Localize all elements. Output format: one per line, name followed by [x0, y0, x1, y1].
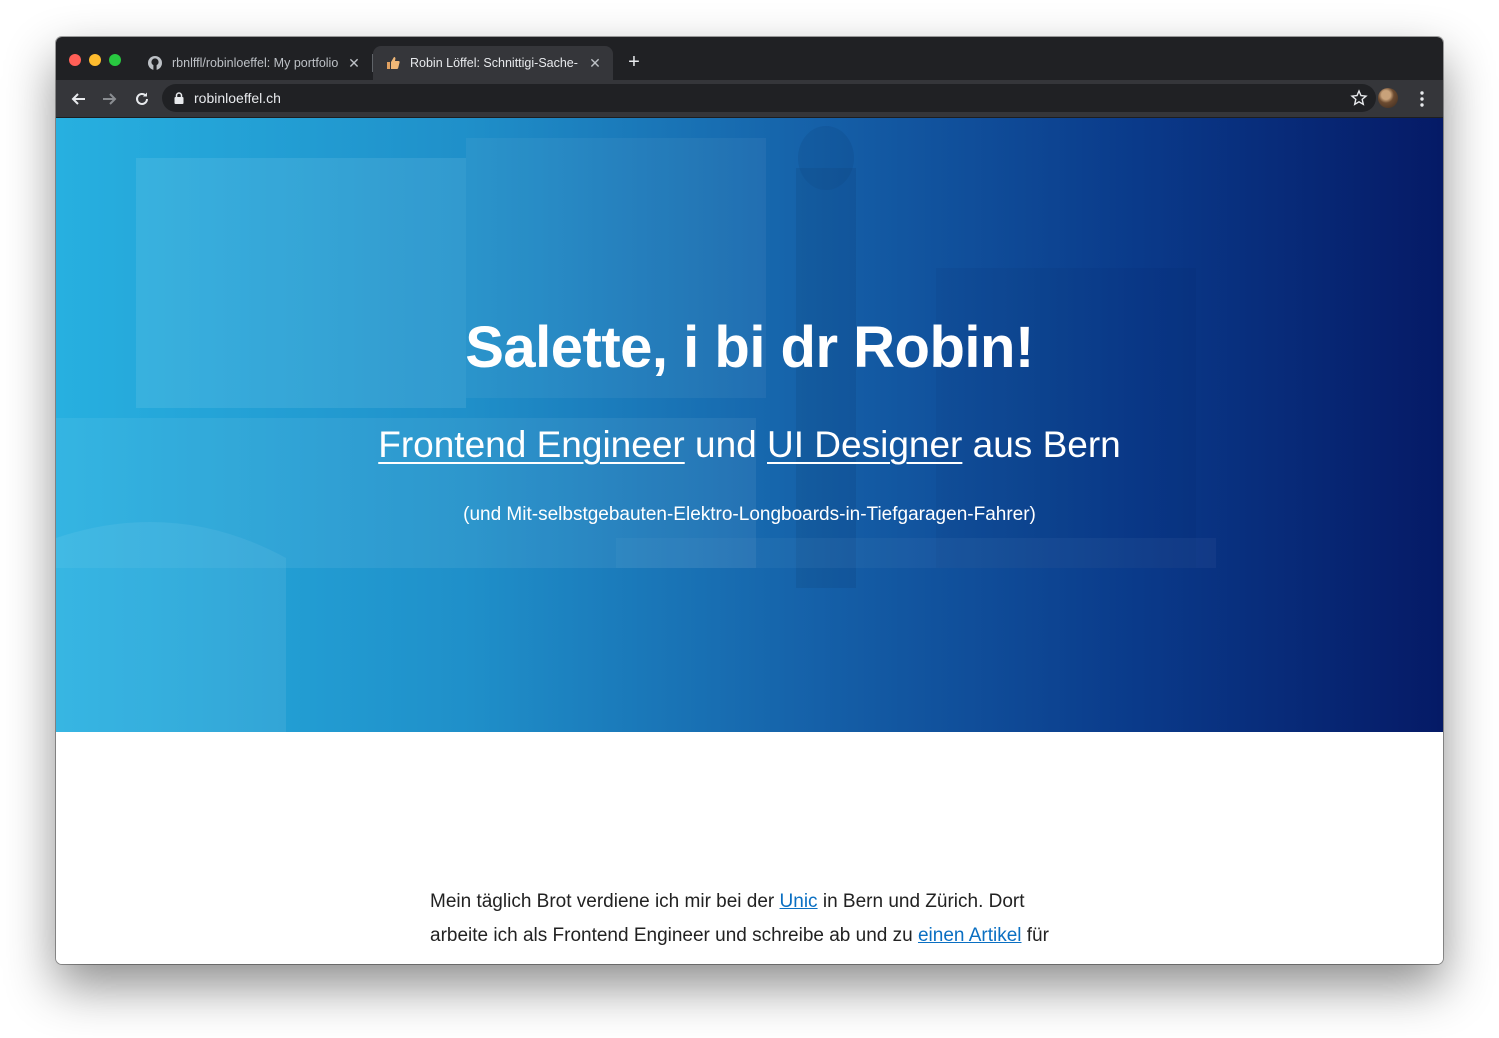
frontend-engineer-link[interactable]: Frontend Engineer [378, 424, 684, 465]
close-icon[interactable]: ✕ [586, 54, 604, 72]
forward-arrow-icon[interactable] [99, 88, 121, 110]
tab-github[interactable]: rbnlffl/robinloeffel: My portfolio ✕ [135, 46, 372, 80]
subtitle-end: aus Bern [962, 424, 1121, 465]
profile-avatar[interactable] [1378, 88, 1398, 108]
close-icon[interactable]: ✕ [345, 54, 363, 72]
article-link[interactable]: einen Artikel [918, 925, 1022, 946]
hero-section: Salette, i bi dr Robin! Frontend Enginee… [56, 118, 1443, 732]
text: Mein täglich Brot verdiene ich mir bei d… [430, 891, 780, 912]
tab-strip: rbnlffl/robinloeffel: My portfolio ✕ Rob… [56, 37, 1443, 80]
hero-title: Salette, i bi dr Robin! [465, 315, 1034, 380]
browser-window: rbnlffl/robinloeffel: My portfolio ✕ Rob… [56, 37, 1443, 964]
tab-active[interactable]: Robin Löffel: Schnittigi-Sache- ✕ [373, 46, 613, 80]
hero-note: (und Mit-selbstgebauten-Elektro-Longboar… [463, 504, 1036, 525]
subtitle-mid: und [684, 424, 768, 465]
url-text: robinloeffel.ch [194, 90, 281, 106]
page-viewport: Salette, i bi dr Robin! Frontend Enginee… [56, 118, 1443, 964]
text: arbeite ich als Frontend Engineer und sc… [430, 925, 918, 946]
hero-subtitle: Frontend Engineer und UI Designer aus Be… [56, 424, 1443, 466]
github-icon [147, 55, 163, 71]
tab-title: rbnlffl/robinloeffel: My portfolio [172, 56, 339, 70]
reload-icon[interactable] [131, 88, 153, 110]
window-close-button[interactable] [69, 54, 81, 66]
thumbs-up-icon [385, 55, 401, 71]
text: in Bern und Zürich. Dort [817, 891, 1025, 912]
text: für [1021, 925, 1049, 946]
intro-paragraph: Mein täglich Brot verdiene ich mir bei d… [430, 885, 1070, 953]
ui-designer-link[interactable]: UI Designer [767, 424, 962, 465]
new-tab-button[interactable]: + [624, 52, 644, 72]
window-maximize-button[interactable] [109, 54, 121, 66]
lock-icon [174, 92, 184, 104]
intro-line-2: arbeite ich als Frontend Engineer und sc… [430, 919, 1070, 953]
tab-title: Robin Löffel: Schnittigi-Sache- [410, 56, 578, 70]
unic-link[interactable]: Unic [780, 891, 818, 912]
star-icon[interactable] [1350, 89, 1368, 112]
menu-dots-icon[interactable] [1411, 88, 1433, 110]
address-bar[interactable]: robinloeffel.ch [162, 84, 1376, 112]
intro-line-1: Mein täglich Brot verdiene ich mir bei d… [430, 885, 1070, 919]
window-minimize-button[interactable] [89, 54, 101, 66]
browser-toolbar: robinloeffel.ch [56, 80, 1443, 118]
back-arrow-icon[interactable] [67, 88, 89, 110]
